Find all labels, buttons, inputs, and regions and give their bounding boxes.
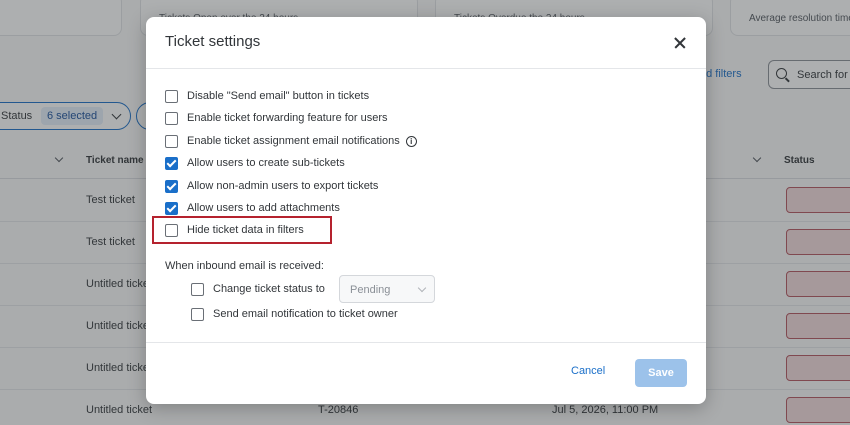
highlight-box xyxy=(152,216,332,244)
checkbox[interactable] xyxy=(165,134,178,148)
option-label: Enable ticket assignment email notificat… xyxy=(187,135,400,147)
option-label: Allow users to create sub-tickets xyxy=(187,157,345,169)
cancel-button[interactable]: Cancel xyxy=(571,365,605,377)
option-export-tickets[interactable]: Allow non-admin users to export tickets xyxy=(165,177,378,195)
header-divider xyxy=(146,68,706,69)
dialog-title: Ticket settings xyxy=(165,33,261,50)
option-label: Allow non-admin users to export tickets xyxy=(187,180,379,192)
status-select[interactable]: Pending xyxy=(339,275,435,303)
checkbox[interactable] xyxy=(165,111,178,125)
option-add-attachments[interactable]: Allow users to add attachments xyxy=(165,199,340,217)
option-label: Enable ticket forwarding feature for use… xyxy=(187,112,388,124)
option-enable-forwarding[interactable]: Enable ticket forwarding feature for use… xyxy=(165,109,388,127)
checkbox-checked[interactable] xyxy=(165,179,178,193)
option-change-status[interactable]: Change ticket status to xyxy=(191,280,325,298)
option-disable-send-email[interactable]: Disable "Send email" button in tickets xyxy=(165,87,369,105)
status-select-value: Pending xyxy=(350,284,391,296)
option-label: Send email notification to ticket owner xyxy=(213,308,398,320)
ticket-settings-dialog: Ticket settings Disable "Send email" but… xyxy=(146,17,706,404)
option-label: Change ticket status to xyxy=(213,283,325,295)
footer-divider xyxy=(146,342,706,343)
option-notify-owner[interactable]: Send email notification to ticket owner xyxy=(191,305,398,323)
checkbox-checked[interactable] xyxy=(165,201,178,215)
checkbox[interactable] xyxy=(191,307,204,321)
checkbox[interactable] xyxy=(165,89,178,103)
option-label: Allow users to add attachments xyxy=(187,202,340,214)
info-icon[interactable]: i xyxy=(405,135,417,147)
inbound-email-heading: When inbound email is received: xyxy=(165,260,324,272)
save-button[interactable]: Save xyxy=(635,359,687,387)
option-sub-tickets[interactable]: Allow users to create sub-tickets xyxy=(165,154,345,172)
checkbox[interactable] xyxy=(191,282,204,296)
option-label: Disable "Send email" button in tickets xyxy=(187,90,370,102)
chevron-down-icon xyxy=(417,283,427,293)
option-assignment-notifications[interactable]: Enable ticket assignment email notificat… xyxy=(165,132,417,150)
close-icon[interactable] xyxy=(670,33,690,53)
checkbox-checked[interactable] xyxy=(165,156,178,170)
